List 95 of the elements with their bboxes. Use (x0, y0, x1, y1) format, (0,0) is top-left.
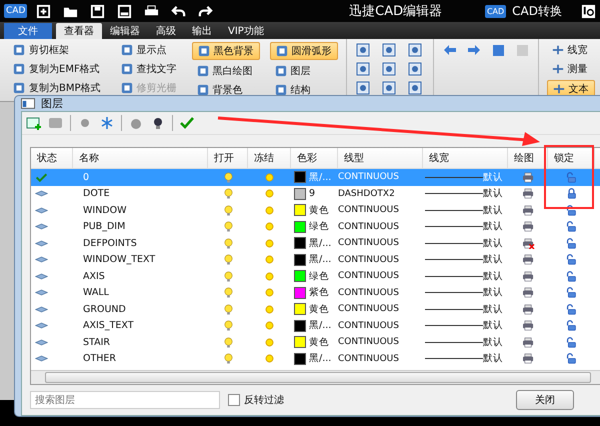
ribbon-button[interactable]: 结构 (270, 82, 338, 98)
menu-tab[interactable]: 输出 (184, 23, 220, 39)
lineweight: 默认 (483, 270, 503, 283)
layer-name: AXIS (82, 270, 106, 284)
linetype: CONTINUOUS (338, 204, 400, 218)
layer-name: AXIS_TEXT (82, 319, 135, 334)
lineweight: 默认 (483, 319, 503, 332)
layer-row[interactable]: AXIS_TEXT 黑/... CONTINUOUS 默认 (31, 318, 600, 334)
lineweight: 默认 (483, 336, 503, 349)
app-logo: CAD (4, 4, 28, 18)
app-logo: CAD (484, 4, 506, 18)
layer-row[interactable]: WINDOW_TEXT 黑/... CONTINUOUS 默认 (31, 252, 600, 268)
lineweight: 默认 (483, 187, 503, 200)
linetype: CONTINUOUS (338, 303, 400, 316)
ribbon-button[interactable]: 剪切框架 (8, 42, 106, 58)
color-name: 绿色 (309, 270, 329, 283)
search-field[interactable]: 搜索图层 (30, 391, 220, 409)
column-header[interactable]: 名称 (73, 148, 208, 168)
ribbon-button[interactable]: 测量 (546, 61, 595, 77)
ribbon-button[interactable]: 复制为EMF格式 (8, 61, 106, 77)
layer-name: PUB_DIM (82, 220, 126, 234)
layer-name: STAIR (82, 336, 111, 350)
color-name: 黑/... (309, 352, 332, 366)
lineweight: 默认 (483, 220, 503, 234)
ribbon-button[interactable]: 圆滑弧形 (270, 42, 338, 60)
linetype: CONTINUOUS (338, 270, 400, 284)
dialog-title: 图层 (41, 96, 63, 111)
layer-name: WALL (82, 286, 110, 300)
ribbon-button[interactable]: 线宽 (546, 42, 595, 58)
ribbon-button[interactable]: 黑白绘图 (192, 63, 260, 79)
lineweight: 默认 (483, 236, 503, 250)
layer-name: DOTE (82, 187, 111, 202)
layer-name: WINDOW (82, 204, 128, 218)
layer-row[interactable]: STAIR 黄色 CONTINUOUS 默认 (31, 334, 600, 350)
linetype: DASHDOTX2 (338, 188, 396, 201)
linetype: CONTINUOUS (338, 171, 400, 184)
ribbon-button[interactable]: 黑色背景 (192, 42, 260, 60)
color-name: 绿色 (309, 220, 329, 234)
layer-name: OTHER (82, 352, 118, 366)
layer-row[interactable]: AXIS 绿色 CONTINUOUS 默认 (31, 268, 600, 284)
color-name: 黑/... (309, 170, 332, 184)
lineweight: 默认 (483, 204, 503, 217)
layer-row[interactable]: WALL 紫色 CONTINUOUS 默认 (31, 284, 600, 301)
ribbon-button[interactable]: 背景色 (192, 82, 260, 98)
layer-row[interactable]: DEFPOINTS 黑/... CONTINUOUS 默认 (31, 235, 600, 252)
column-header[interactable]: 打开 (208, 148, 248, 168)
linetype: CONTINUOUS (338, 352, 400, 366)
lineweight: 默认 (483, 286, 503, 300)
close-button[interactable]: 关闭 (516, 390, 574, 410)
lineweight: 默认 (483, 352, 503, 366)
layer-row[interactable]: WINDOW 黄色 CONTINUOUS 默认 (31, 202, 600, 218)
menu-tab[interactable]: VIP功能 (220, 23, 272, 39)
linetype: CONTINUOUS (338, 286, 400, 300)
color-name: 紫色 (309, 286, 329, 300)
column-header[interactable]: 状态 (31, 148, 73, 168)
color-name: 黄色 (309, 204, 329, 217)
menu-tab[interactable]: 查看器 (56, 23, 102, 39)
column-header[interactable]: 线型 (338, 148, 423, 168)
layer-row[interactable]: PUB_DIM 绿色 CONTINUOUS 默认 (31, 218, 600, 235)
ribbon-button[interactable]: 显示点 (116, 42, 182, 58)
layer-name: DEFPOINTS (82, 236, 138, 251)
color-name: 黄色 (309, 302, 329, 316)
menu-tab[interactable]: 文件 (4, 23, 52, 39)
layer-row[interactable]: GROUND 黄色 CONTINUOUS 默认 (31, 301, 600, 318)
color-name: 黑/... (309, 236, 332, 250)
linetype: CONTINUOUS (338, 237, 400, 250)
lineweight: 默认 (483, 170, 503, 184)
lineweight: 默认 (483, 253, 503, 266)
column-header[interactable]: 锁定 (548, 148, 595, 168)
convert-button[interactable]: CAD转换 (512, 2, 562, 20)
column-header[interactable]: 色彩 (291, 148, 338, 168)
color-name: 黑/... (309, 319, 332, 332)
linetype: CONTINUOUS (338, 336, 400, 350)
linetype: CONTINUOUS (338, 320, 400, 333)
ribbon-button[interactable]: 复制为BMP格式 (8, 80, 106, 96)
color-name: 黄色 (309, 336, 329, 349)
checkbox-label: 反转过滤 (244, 394, 284, 407)
layer-row[interactable]: DOTE 9 DASHDOTX2 默认 (31, 186, 600, 202)
layer-name: WINDOW_TEXT (82, 253, 156, 268)
layer-name: GROUND (82, 302, 127, 317)
ribbon-button[interactable]: 查找文字 (116, 61, 182, 77)
color-name: 9 (309, 188, 316, 200)
layer-name: 0 (82, 170, 90, 185)
color-name: 黑/... (309, 253, 332, 266)
linetype: CONTINUOUS (338, 254, 400, 267)
ribbon-button[interactable]: 图层 (270, 63, 338, 79)
lineweight: 默认 (483, 302, 503, 316)
column-header[interactable]: 冻结 (248, 148, 291, 168)
column-header[interactable]: 绘图 (508, 148, 548, 168)
column-header[interactable]: 线宽 (423, 148, 508, 168)
layer-row[interactable]: OTHER 黑/... CONTINUOUS 默认 (31, 350, 600, 367)
linetype: CONTINUOUS (338, 220, 400, 234)
menu-tab[interactable]: 高级 (148, 23, 184, 39)
window-title: 迅捷CAD编辑器 (348, 3, 444, 20)
menu-tab[interactable]: 编辑器 (102, 23, 148, 39)
